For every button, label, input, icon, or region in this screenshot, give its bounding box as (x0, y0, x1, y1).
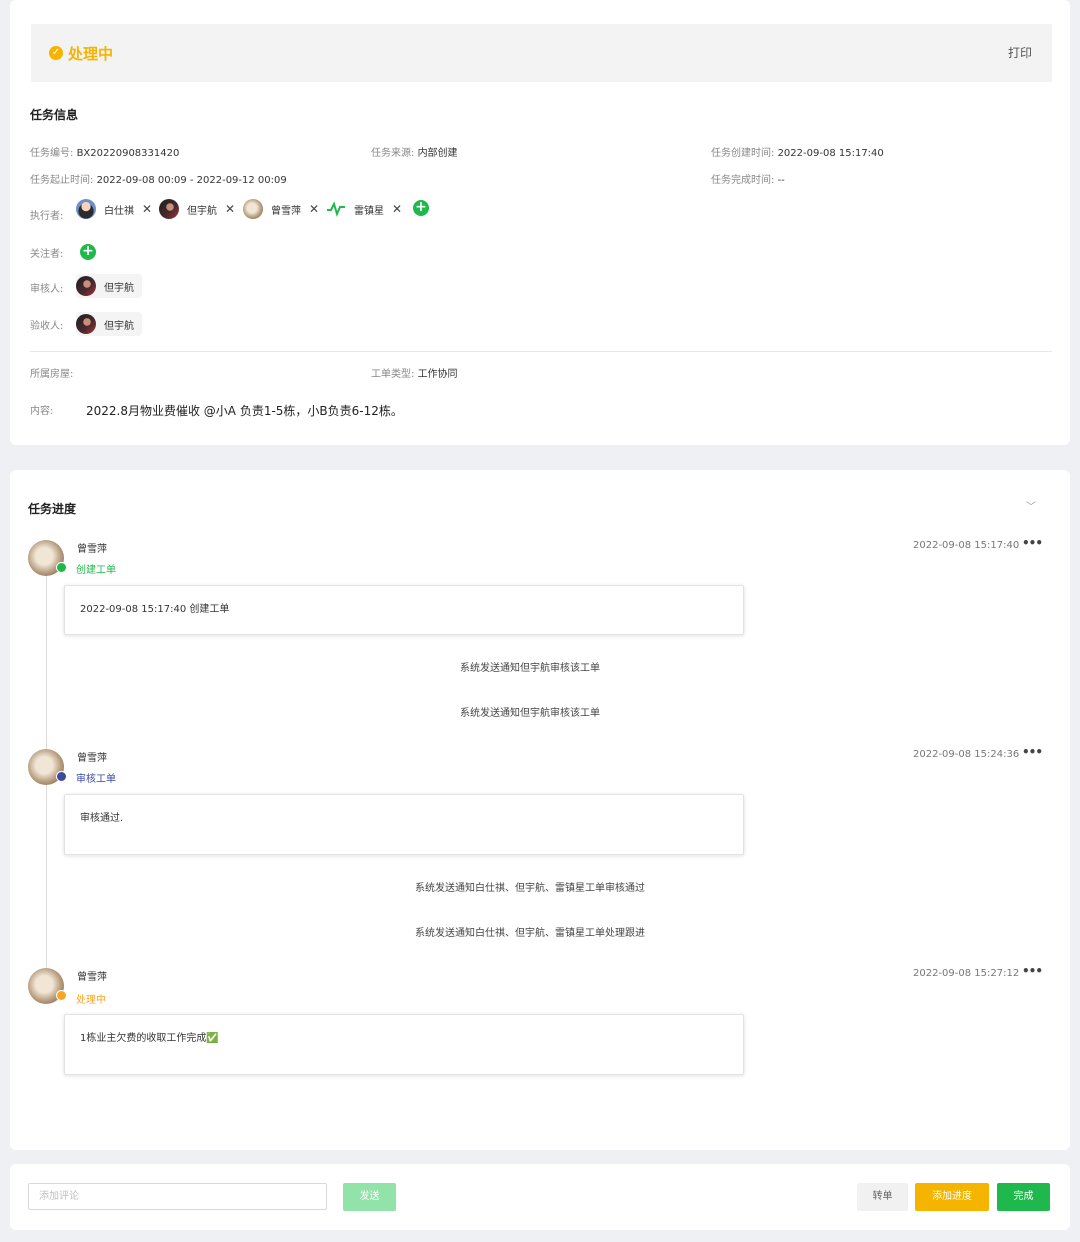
avatar (159, 199, 179, 219)
add-follower-icon[interactable]: + (80, 244, 96, 260)
progress-title: 任务进度 (28, 502, 77, 516)
executor-name: 但宇航 (187, 205, 217, 217)
pulse-logo-icon (326, 199, 346, 219)
content-label: 内容: (30, 402, 53, 417)
task-created-label: 任务创建时间: (711, 148, 775, 159)
more-icon[interactable]: ••• (1022, 964, 1043, 978)
entry-content: 1栋业主欠费的收取工作完成✅ (64, 1014, 744, 1075)
entry-author: 曾雪萍 (77, 753, 107, 764)
status-dot (56, 771, 67, 782)
executors-label: 执行者: (30, 207, 63, 222)
followers-label-text: 关注者: (30, 249, 64, 260)
task-created-field: 任务创建时间: 2022-09-08 15:17:40 (711, 144, 884, 159)
task-period-value: 2022-09-08 00:09 - 2022-09-12 00:09 (96, 175, 287, 186)
reviewer-label: 审核人: (30, 280, 63, 295)
status-label: 处理中 (68, 45, 114, 63)
entry-content: 2022-09-08 15:17:40 创建工单 (64, 585, 744, 635)
progress-card: 任务进度 ﹀ 曾雪萍 创建工单 2022-09-08 15:17:40 ••• … (10, 470, 1070, 1150)
status-dot (56, 990, 67, 1001)
task-info-card: ✓ 处理中 打印 任务信息 任务编号: BX20220908331420 任务来… (10, 0, 1070, 445)
system-message: 系统发送通知但宇航审核该工单 (460, 663, 600, 674)
acceptor-label: 验收人: (30, 317, 63, 332)
executor-chip: 曾雪萍 ✕ (243, 197, 319, 221)
type-field: 工单类型: 工作协同 (371, 365, 458, 380)
status-bar: ✓ 处理中 打印 (31, 24, 1052, 82)
entry-tag: 审核工单 (76, 774, 116, 785)
executor-chip: 白仕祺 ✕ (76, 197, 152, 221)
acceptor-chip: 但宇航 (76, 312, 142, 336)
task-id-label: 任务编号: (30, 148, 74, 159)
remove-icon[interactable]: ✕ (392, 202, 402, 216)
entry-time: 2022-09-08 15:27:12 (913, 968, 1020, 979)
system-message: 系统发送通知但宇航审核该工单 (460, 708, 600, 719)
avatar (76, 314, 96, 334)
task-period-label: 任务起止时间: (30, 175, 94, 186)
reviewer-chip: 但宇航 (76, 274, 142, 298)
task-id-value: BX20220908331420 (76, 148, 180, 159)
executor-name: 白仕祺 (104, 205, 134, 217)
remove-icon[interactable]: ✕ (309, 202, 319, 216)
reviewer-name: 但宇航 (104, 282, 134, 294)
type-value: 工作协同 (417, 369, 458, 380)
chevron-down-icon[interactable]: ﹀ (1026, 498, 1036, 513)
send-button[interactable]: 发送 (343, 1183, 396, 1211)
type-label: 工单类型: (371, 369, 415, 380)
task-source-label: 任务来源: (371, 148, 415, 159)
content-label-text: 内容: (30, 406, 54, 417)
add-progress-button[interactable]: 添加进度 (915, 1183, 989, 1211)
task-id-field: 任务编号: BX20220908331420 (30, 144, 179, 159)
comment-input[interactable] (28, 1183, 327, 1210)
print-button[interactable]: 打印 (1008, 44, 1032, 61)
entry-time: 2022-09-08 15:24:36 (913, 749, 1020, 760)
reviewer-label-text: 审核人: (30, 284, 64, 295)
executor-name: 雷镇星 (354, 205, 384, 217)
entry-time: 2022-09-08 15:17:40 (913, 540, 1020, 551)
status-dot (56, 562, 67, 573)
entry-tag: 创建工单 (76, 565, 116, 576)
task-finished-value: -- (777, 175, 785, 186)
house-field: 所属房屋: (30, 365, 73, 380)
check-circle-icon: ✓ (49, 46, 63, 60)
entry-author: 曾雪萍 (77, 544, 107, 555)
remove-icon[interactable]: ✕ (142, 202, 152, 216)
divider (30, 351, 1052, 352)
task-finished-field: 任务完成时间: -- (711, 171, 785, 186)
entry-tag: 处理中 (76, 995, 106, 1006)
acceptor-name: 但宇航 (104, 320, 134, 332)
executor-chip: 雷镇星 ✕ (326, 197, 402, 221)
task-created-value: 2022-09-08 15:17:40 (777, 148, 884, 159)
executors-label-text: 执行者: (30, 211, 64, 222)
avatar (76, 199, 96, 219)
task-finished-label: 任务完成时间: (711, 175, 775, 186)
house-label: 所属房屋: (30, 369, 74, 380)
executor-chip: 但宇航 ✕ (159, 197, 235, 221)
followers-label: 关注者: (30, 245, 63, 260)
avatar (243, 199, 263, 219)
transfer-button[interactable]: 转单 (857, 1183, 908, 1211)
task-source-field: 任务来源: 内部创建 (371, 144, 458, 159)
system-message: 系统发送通知白仕祺、但宇航、雷镇星工单处理跟进 (415, 928, 645, 939)
executor-name: 曾雪萍 (271, 205, 301, 217)
entry-content: 审核通过. (64, 794, 744, 855)
task-period-field: 任务起止时间: 2022-09-08 00:09 - 2022-09-12 00… (30, 171, 287, 186)
remove-icon[interactable]: ✕ (225, 202, 235, 216)
system-message: 系统发送通知白仕祺、但宇航、雷镇星工单审核通过 (415, 883, 645, 894)
task-info-title: 任务信息 (30, 108, 79, 122)
more-icon[interactable]: ••• (1022, 536, 1043, 550)
acceptor-label-text: 验收人: (30, 321, 64, 332)
action-bar: 发送 转单 添加进度 完成 (10, 1164, 1070, 1230)
add-executor-icon[interactable]: + (413, 200, 429, 216)
done-button[interactable]: 完成 (997, 1183, 1050, 1211)
task-source-value: 内部创建 (417, 148, 458, 159)
entry-author: 曾雪萍 (77, 972, 107, 983)
more-icon[interactable]: ••• (1022, 745, 1043, 759)
avatar (76, 276, 96, 296)
content-value: 2022.8月物业费催收 @小A 负责1-5栋，小B负责6-12栋。 (86, 404, 403, 418)
